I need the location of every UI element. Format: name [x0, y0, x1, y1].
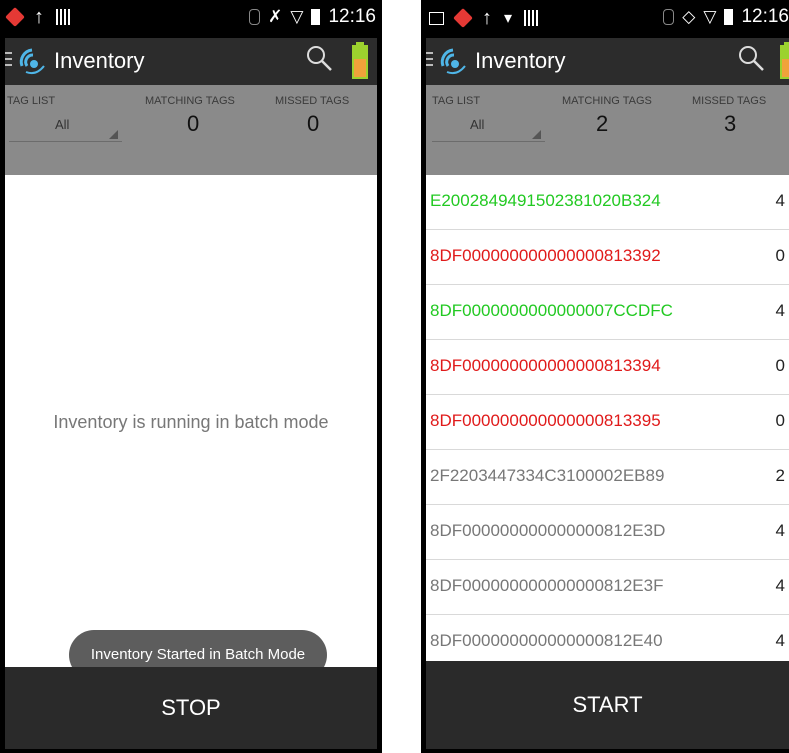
- rfid-logo-icon: [440, 48, 466, 75]
- tag-id: 2F2203447334C3100002EB89: [430, 466, 665, 485]
- batch-mode-message: Inventory is running in batch mode: [53, 412, 329, 432]
- status-bar: ↑ ✗ ▽ 12:16: [0, 0, 382, 38]
- missed-tags-label: MISSED TAGS: [692, 95, 767, 107]
- tag-row[interactable]: 8DF0000000000000007CCDFC 4: [426, 285, 789, 340]
- reader-battery-icon[interactable]: [779, 42, 789, 80]
- phone-screen-right: ↑ ▾ ◇ ▽ 12:16 Inventory TAG LIST All MAT…: [421, 0, 789, 753]
- matching-tags-label: MATCHING TAGS: [145, 95, 235, 107]
- status-time: 12:16: [328, 6, 376, 27]
- tag-count: 4: [775, 301, 785, 320]
- image-icon: [429, 11, 444, 25]
- tag-count: 4: [775, 631, 785, 650]
- dropdown-caret-icon: [109, 130, 118, 139]
- battery-status-icon: [724, 9, 734, 25]
- tag-row[interactable]: 8DF000000000000000812E3D 4: [426, 505, 789, 560]
- tag-row[interactable]: 8DF000000000000000813395 0: [426, 395, 789, 450]
- tag-row[interactable]: E2002849491502381020B324 4: [426, 175, 789, 230]
- toolbar: Inventory: [426, 38, 789, 85]
- tag-row[interactable]: 8DF000000000000000812E3F 4: [426, 560, 789, 615]
- tag-list-label: TAG LIST: [432, 95, 481, 107]
- menu-icon[interactable]: [5, 52, 12, 70]
- matching-tags-count: 2: [596, 111, 609, 136]
- barcode-icon: [524, 10, 539, 26]
- tag-id: 8DF000000000000000812E3F: [430, 576, 664, 595]
- menu-icon[interactable]: [426, 52, 433, 70]
- tag-id: E2002849491502381020B324: [430, 191, 661, 210]
- matching-tags-label: MATCHING TAGS: [562, 95, 652, 107]
- tag-list-label: TAG LIST: [7, 95, 56, 107]
- status-time: 12:16: [741, 6, 789, 27]
- tag-list-select[interactable]: All: [432, 113, 545, 142]
- tag-row[interactable]: 8DF000000000000000813392 0: [426, 230, 789, 285]
- status-bar: ↑ ▾ ◇ ▽ 12:16: [421, 0, 789, 38]
- upload-icon: ↑: [482, 7, 492, 29]
- alert-icon: [5, 7, 25, 27]
- stop-button[interactable]: STOP: [5, 667, 377, 749]
- missed-tags-label: MISSED TAGS: [275, 95, 350, 107]
- tag-id: 8DF000000000000000812E40: [430, 631, 663, 650]
- filter-bar: TAG LIST All MATCHING TAGS 2 MISSED TAGS…: [426, 85, 789, 175]
- tag-id: 8DF000000000000000813394: [430, 356, 661, 375]
- battery-status-icon: [311, 9, 321, 25]
- app-title: Inventory: [475, 48, 566, 73]
- search-icon[interactable]: [305, 44, 333, 72]
- dropdown-caret-icon: [532, 130, 541, 139]
- phone-screen-left: ↑ ✗ ▽ 12:16 Inventory TAG LIST All MATCH…: [0, 0, 382, 753]
- wifi-alert-icon: ▾: [504, 10, 513, 27]
- tag-count: 4: [775, 521, 785, 540]
- app-brand[interactable]: Inventory: [426, 46, 566, 76]
- tag-list-value: All: [470, 117, 485, 132]
- tag-count: 4: [775, 576, 785, 595]
- tag-count: 2: [775, 466, 785, 485]
- filter-bar: TAG LIST All MATCHING TAGS 0 MISSED TAGS…: [5, 85, 377, 175]
- tag-list-select[interactable]: All: [9, 113, 122, 142]
- missed-tags-count: 0: [307, 111, 320, 136]
- wifi-icon: ▽: [290, 7, 304, 26]
- tag-count: 4: [775, 191, 785, 210]
- bluetooth-icon: [249, 9, 261, 25]
- start-button[interactable]: START: [426, 661, 789, 749]
- toolbar: Inventory: [5, 38, 377, 85]
- missed-tags-count: 3: [724, 111, 737, 136]
- tag-row[interactable]: 2F2203447334C3100002EB89 2: [426, 450, 789, 505]
- upload-icon: ↑: [34, 6, 44, 28]
- app-title: Inventory: [54, 48, 145, 73]
- barcode-icon: [56, 9, 70, 25]
- reader-battery-icon[interactable]: [351, 42, 369, 80]
- tag-id: 8DF000000000000000813395: [430, 411, 661, 430]
- bluetooth-icon: [663, 9, 675, 25]
- matching-tags-count: 0: [187, 111, 200, 136]
- tag-count: 0: [775, 411, 785, 430]
- app-brand[interactable]: Inventory: [5, 46, 145, 76]
- rfid-logo-icon: [19, 48, 45, 75]
- rotate-icon: ◇: [682, 7, 696, 26]
- tag-count: 0: [775, 356, 785, 375]
- tag-id: 8DF000000000000000813392: [430, 246, 661, 265]
- search-icon[interactable]: [737, 44, 765, 72]
- tag-row[interactable]: 8DF000000000000000813394 0: [426, 340, 789, 395]
- tag-id: 8DF000000000000000812E3D: [430, 521, 666, 540]
- tag-list-value: All: [55, 117, 70, 132]
- tag-id: 8DF0000000000000007CCDFC: [430, 301, 673, 320]
- wifi-icon: ▽: [703, 7, 717, 26]
- mute-icon: ✗: [268, 7, 283, 26]
- alert-icon: [453, 8, 473, 28]
- tag-list: E2002849491502381020B324 4 8DF00000000000…: [426, 175, 789, 670]
- tag-count: 0: [775, 246, 785, 265]
